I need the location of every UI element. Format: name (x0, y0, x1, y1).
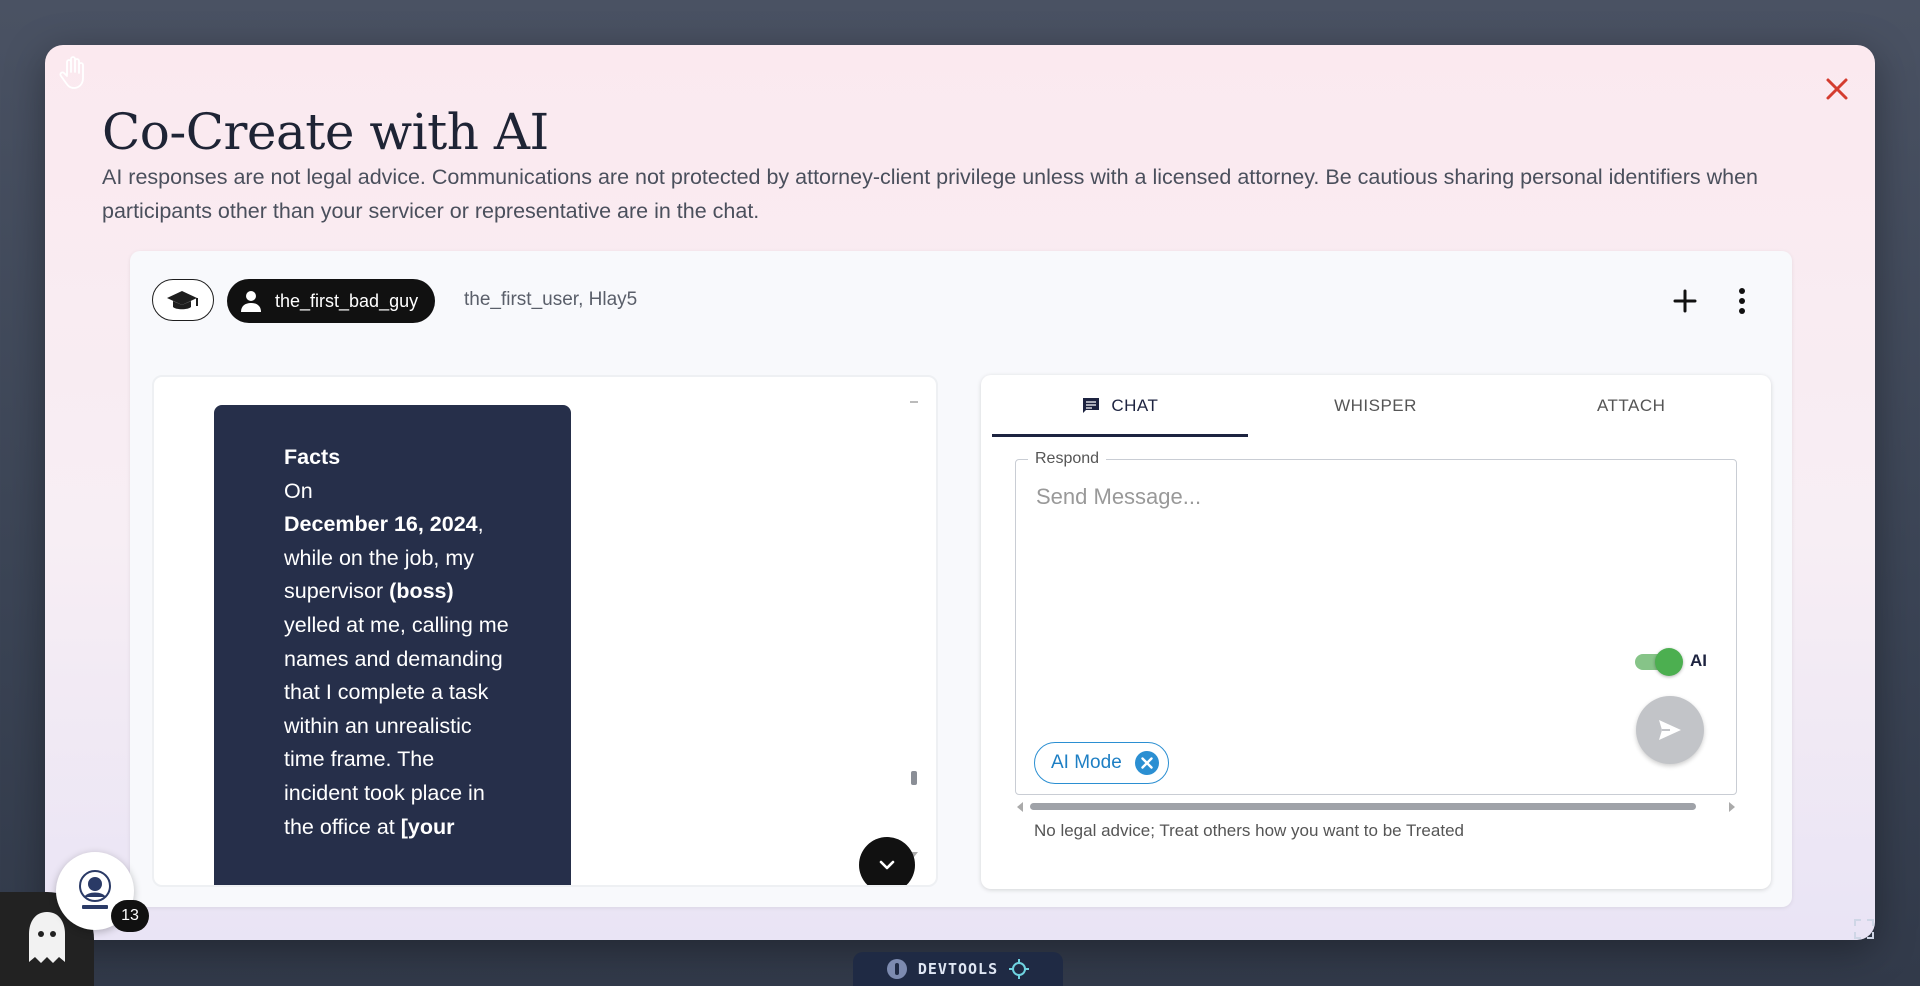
vertical-scrollbar[interactable] (911, 771, 917, 785)
crosshair-icon[interactable] (1008, 958, 1030, 980)
footer-note: No legal advice; Treat others how you wa… (1034, 821, 1464, 840)
scroll-left-icon[interactable] (1017, 802, 1023, 812)
message-input[interactable] (1034, 482, 1718, 646)
chat-panel: CHAT WHISPER ATTACH Respond AI (981, 375, 1771, 889)
ai-toggle-label: AI (1690, 651, 1707, 670)
chat-bubble-icon (1083, 398, 1100, 413)
devtools-tab[interactable]: DEVTOOLS (853, 952, 1063, 986)
close-icon[interactable] (1821, 73, 1853, 105)
chip-remove-icon[interactable] (1134, 750, 1160, 776)
more-vertical-icon[interactable] (1727, 281, 1757, 321)
co-create-modal: Co-Create with AI AI responses are not l… (45, 45, 1875, 940)
message-bubble: Facts On December 16, 2024, while on the… (214, 405, 571, 885)
person-icon (241, 291, 261, 312)
hand-icon[interactable] (58, 55, 88, 91)
tab-chat[interactable]: CHAT (992, 375, 1248, 437)
message-thread[interactable]: Facts On December 16, 2024, while on the… (152, 375, 938, 887)
tab-label: WHISPER (1334, 396, 1417, 415)
respond-label: Respond (1028, 450, 1107, 468)
tab-attach[interactable]: ATTACH (1503, 375, 1759, 437)
participants-list: the_first_user, Hlay5 (464, 289, 638, 310)
cocreate-card: the_first_bad_guy the_first_user, Hlay5 … (130, 251, 1792, 907)
ai-mode-chip: AI Mode (1034, 742, 1169, 784)
logo-icon (79, 870, 111, 909)
chevron-down-icon (879, 860, 895, 870)
tab-label: ATTACH (1596, 396, 1666, 415)
expand-icon[interactable] (1853, 918, 1875, 940)
ai-mode-label: AI Mode (1051, 752, 1122, 773)
message-heading: Facts (284, 445, 341, 469)
graduation-cap-icon (167, 291, 198, 310)
scroll-right-icon[interactable] (1729, 802, 1735, 812)
active-user-chip[interactable]: the_first_bad_guy (227, 279, 436, 323)
tab-label: CHAT (1111, 396, 1159, 415)
toggle-knob (1655, 648, 1683, 676)
message-text: Facts On December 16, 2024, while on the… (214, 405, 571, 844)
message-text-part: yelled at me, calling me names and deman… (284, 612, 509, 839)
role-toggle-button[interactable] (152, 279, 214, 321)
message-bold-term: (boss) (389, 579, 454, 604)
modal-title: Co-Create with AI (102, 103, 549, 161)
add-icon[interactable] (1665, 281, 1705, 321)
devtools-logo-icon (886, 959, 907, 979)
message-line: On (284, 478, 313, 503)
chat-tabs: CHAT WHISPER ATTACH (992, 375, 1759, 437)
ai-toggle-switch[interactable] (1633, 646, 1687, 676)
message-placeholder-term: [your (400, 814, 455, 839)
scrollbar-thumb[interactable] (1030, 803, 1696, 810)
scrollbar-track-top (910, 401, 918, 403)
active-user-name: the_first_bad_guy (275, 290, 419, 311)
send-icon (1659, 720, 1681, 740)
horizontal-scrollbar[interactable] (1015, 799, 1737, 813)
message-date: December 16, 2024 (284, 512, 478, 537)
scroll-to-bottom-button[interactable] (859, 837, 915, 885)
respond-field: Respond AI AI Mode (1015, 450, 1737, 795)
legal-disclaimer: AI responses are not legal advice. Commu… (102, 165, 1759, 223)
send-button[interactable] (1636, 696, 1704, 764)
notification-count-badge: 13 (111, 900, 149, 932)
devtools-label: DEVTOOLS (917, 960, 999, 978)
tab-whisper[interactable]: WHISPER (1248, 375, 1504, 437)
